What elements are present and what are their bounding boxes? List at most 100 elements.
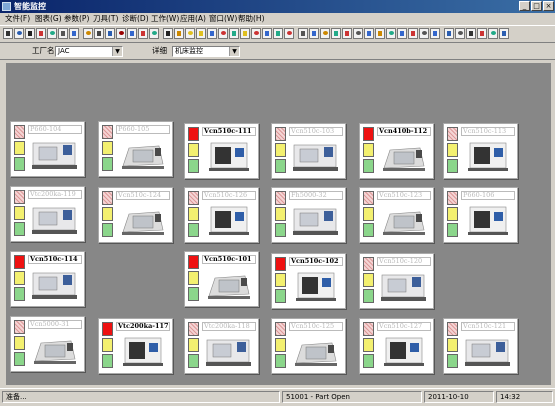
toolbar-button-icon[interactable]	[455, 28, 465, 39]
machine-card[interactable]: P660-104	[10, 121, 85, 177]
toolbar-button-icon[interactable]	[488, 28, 498, 39]
menu-tool[interactable]: 刀具(T)	[93, 14, 118, 24]
menu-file[interactable]: 文件(F)	[5, 14, 30, 24]
machine-card[interactable]: Vtc200ka-117	[98, 318, 173, 374]
toolbar-button-icon[interactable]	[309, 28, 319, 39]
menu-params[interactable]: 参数(P)	[64, 14, 89, 24]
toolbar-button-icon[interactable]	[163, 28, 173, 39]
machine-card[interactable]: Vcn510c-113	[443, 123, 518, 179]
chevron-down-icon[interactable]: ▼	[229, 47, 239, 56]
detail-select[interactable]: 机床监控 ▼	[172, 46, 240, 57]
machine-card[interactable]: Vcn510c-120	[359, 253, 434, 309]
alarm-light-icon	[275, 191, 286, 205]
machine-card[interactable]: P660-105	[98, 121, 173, 177]
toolbar-button-icon[interactable]	[320, 28, 330, 39]
menu-apply[interactable]: 应用(A)	[180, 14, 206, 24]
machine-card[interactable]: Vcn510c-111	[184, 123, 259, 179]
toolbar-button-icon[interactable]	[174, 28, 184, 39]
menu-window[interactable]: 窗口(W)	[209, 14, 237, 24]
toolbar-button-icon[interactable]	[94, 28, 104, 39]
cnc-machine-icon	[293, 144, 338, 171]
machine-name: Vcn510c-125	[289, 322, 343, 331]
toolbar-button-icon[interactable]	[229, 28, 239, 39]
machine-name: Vcn510c-121	[461, 322, 515, 331]
toolbar-button-icon[interactable]	[419, 28, 429, 39]
machine-card[interactable]: Vcn510c-123	[359, 187, 434, 243]
toolbar-button-icon[interactable]	[116, 28, 126, 39]
machine-card[interactable]: Vcn510c-102	[271, 253, 346, 309]
running-light-icon	[363, 159, 374, 173]
maximize-button[interactable]: □	[531, 1, 542, 11]
toolbar-button-icon[interactable]	[284, 28, 294, 39]
toolbar-button-icon[interactable]	[14, 28, 24, 39]
machine-card[interactable]: Vcn510c-125	[271, 318, 346, 374]
menu-chart[interactable]: 图表(G)	[35, 14, 62, 24]
machine-card[interactable]: Vtc200ka-119	[10, 186, 85, 242]
toolbar-button-icon[interactable]	[58, 28, 68, 39]
toolbar-button-icon[interactable]	[273, 28, 283, 39]
toolbar-button-icon[interactable]	[185, 28, 195, 39]
toolbar-button-icon[interactable]	[69, 28, 79, 39]
toolbar-button-icon[interactable]	[36, 28, 46, 39]
signal-lights	[188, 191, 199, 240]
toolbar-button-icon[interactable]	[149, 28, 159, 39]
machine-card[interactable]: Vcn510c-101	[184, 251, 259, 307]
alarm-light-icon	[188, 255, 199, 269]
alarm-light-icon	[14, 190, 25, 204]
toolbar-button-icon[interactable]	[353, 28, 363, 39]
toolbar-button-icon[interactable]	[298, 28, 308, 39]
toolbar-button-icon[interactable]	[499, 28, 509, 39]
machine-card[interactable]: P660-106	[443, 187, 518, 243]
toolbar-button-icon[interactable]	[218, 28, 228, 39]
machine-card[interactable]: Vtc200ka-118	[184, 318, 259, 374]
cnc-machine-icon	[384, 337, 424, 366]
toolbar-button-icon[interactable]	[444, 28, 454, 39]
machine-card[interactable]: Fh5000-32	[271, 187, 346, 243]
alarm-light-icon	[447, 322, 458, 336]
toolbar-button-icon[interactable]	[386, 28, 396, 39]
toolbar-button-icon[interactable]	[196, 28, 206, 39]
machine-name: Vtc200ka-118	[202, 322, 256, 331]
toolbar-button-icon[interactable]	[430, 28, 440, 39]
machine-card[interactable]: Vcn510c-121	[443, 318, 518, 374]
toolbar-button-icon[interactable]	[375, 28, 385, 39]
machine-card[interactable]: Vcn5000-31	[10, 316, 85, 372]
toolbar	[0, 25, 555, 43]
toolbar-button-icon[interactable]	[397, 28, 407, 39]
toolbar-button-icon[interactable]	[105, 28, 115, 39]
factory-select[interactable]: JAC ▼	[55, 46, 123, 57]
minimize-button[interactable]: _	[519, 1, 530, 11]
toolbar-button-icon[interactable]	[138, 28, 148, 39]
menu-help[interactable]: 帮助(H)	[238, 14, 265, 24]
machine-card[interactable]: Vcn510c-126	[184, 187, 259, 243]
toolbar-button-icon[interactable]	[262, 28, 272, 39]
machine-card[interactable]: Vcn510c-127	[359, 318, 434, 374]
toolbar-button-icon[interactable]	[331, 28, 341, 39]
monitor-workspace: P660-104 P660-105 Vcn510c-111 Vcn510c-103 Vc…	[6, 63, 551, 385]
toolbar-button-icon[interactable]	[127, 28, 137, 39]
toolbar-button-icon[interactable]	[240, 28, 250, 39]
machine-card[interactable]: Vcn510c-124	[98, 187, 173, 243]
machine-card[interactable]: Vcn510c-103	[271, 123, 346, 179]
toolbar-button-icon[interactable]	[342, 28, 352, 39]
toolbar-button-icon[interactable]	[47, 28, 57, 39]
chevron-down-icon[interactable]: ▼	[112, 47, 122, 56]
toolbar-button-icon[interactable]	[207, 28, 217, 39]
toolbar-button-icon[interactable]	[83, 28, 93, 39]
menu-diagnose[interactable]: 诊断(D)	[122, 14, 149, 24]
toolbar-button-icon[interactable]	[25, 28, 35, 39]
running-light-icon	[363, 289, 374, 303]
close-button[interactable]: ×	[543, 1, 554, 11]
toolbar-button-icon[interactable]	[251, 28, 261, 39]
machine-card[interactable]: Vcn410b-112	[359, 123, 434, 179]
running-light-icon	[102, 157, 113, 171]
status-date: 2011-10-10	[424, 391, 494, 403]
menu-work[interactable]: 工作(W)	[151, 14, 179, 24]
toolbar-button-icon[interactable]	[3, 28, 13, 39]
toolbar-button-icon[interactable]	[466, 28, 476, 39]
alarm-light-icon	[102, 125, 113, 139]
toolbar-button-icon[interactable]	[364, 28, 374, 39]
machine-card[interactable]: Vcn510c-114	[10, 251, 85, 307]
toolbar-button-icon[interactable]	[477, 28, 487, 39]
toolbar-button-icon[interactable]	[408, 28, 418, 39]
